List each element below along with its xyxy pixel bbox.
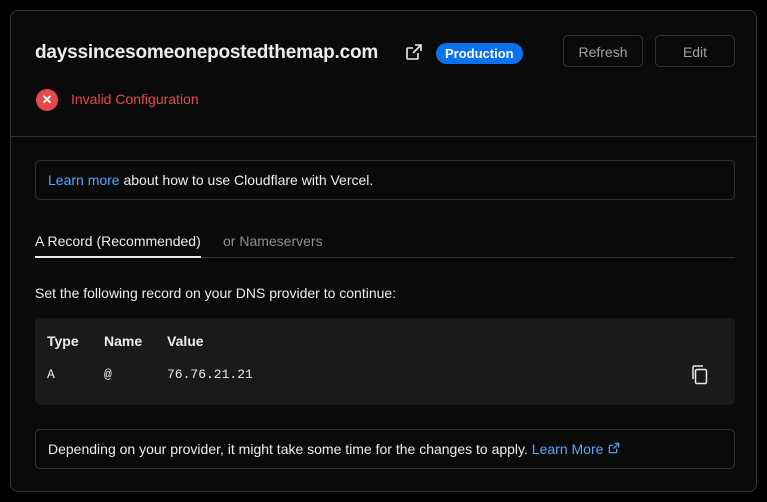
error-x-icon: ✕: [36, 89, 58, 111]
column-header-type: Type: [47, 333, 79, 349]
dns-record-table: Type Name Value A @ 76.76.21.21: [35, 318, 735, 405]
status-text: Invalid Configuration: [71, 91, 199, 107]
domain-name[interactable]: dayssincesomeonepostedthemap.com: [35, 42, 378, 64]
record-name-value: @: [104, 367, 112, 382]
external-link-icon[interactable]: [608, 442, 620, 454]
refresh-button[interactable]: Refresh: [563, 35, 643, 67]
instructions-text: Set the following record on your DNS pro…: [35, 285, 397, 301]
record-ip-value: 76.76.21.21: [167, 367, 253, 382]
record-type-value: A: [47, 367, 55, 382]
info-text: about how to use Cloudflare with Vercel.: [119, 172, 374, 188]
record-tabs: A Record (Recommended) or Nameservers: [35, 231, 735, 258]
domain-header: dayssincesomeonepostedthemap.com Product…: [11, 11, 756, 137]
cloudflare-info-box: Learn more about how to use Cloudflare w…: [35, 160, 735, 200]
environment-badge: Production: [436, 43, 523, 64]
domain-card: dayssincesomeonepostedthemap.com Product…: [10, 10, 757, 492]
external-link-icon[interactable]: [405, 43, 423, 61]
tab-a-record[interactable]: A Record (Recommended): [35, 233, 201, 258]
note-text: Depending on your provider, it might tak…: [48, 441, 532, 457]
copy-icon[interactable]: [690, 364, 710, 386]
column-header-name: Name: [104, 333, 143, 349]
tab-nameservers[interactable]: or Nameservers: [223, 233, 323, 249]
column-header-value: Value: [167, 333, 204, 349]
propagation-note: Depending on your provider, it might tak…: [35, 429, 735, 469]
edit-button[interactable]: Edit: [655, 35, 735, 67]
learn-more-link[interactable]: Learn more: [48, 172, 120, 188]
learn-more-link-2[interactable]: Learn More: [532, 441, 604, 457]
